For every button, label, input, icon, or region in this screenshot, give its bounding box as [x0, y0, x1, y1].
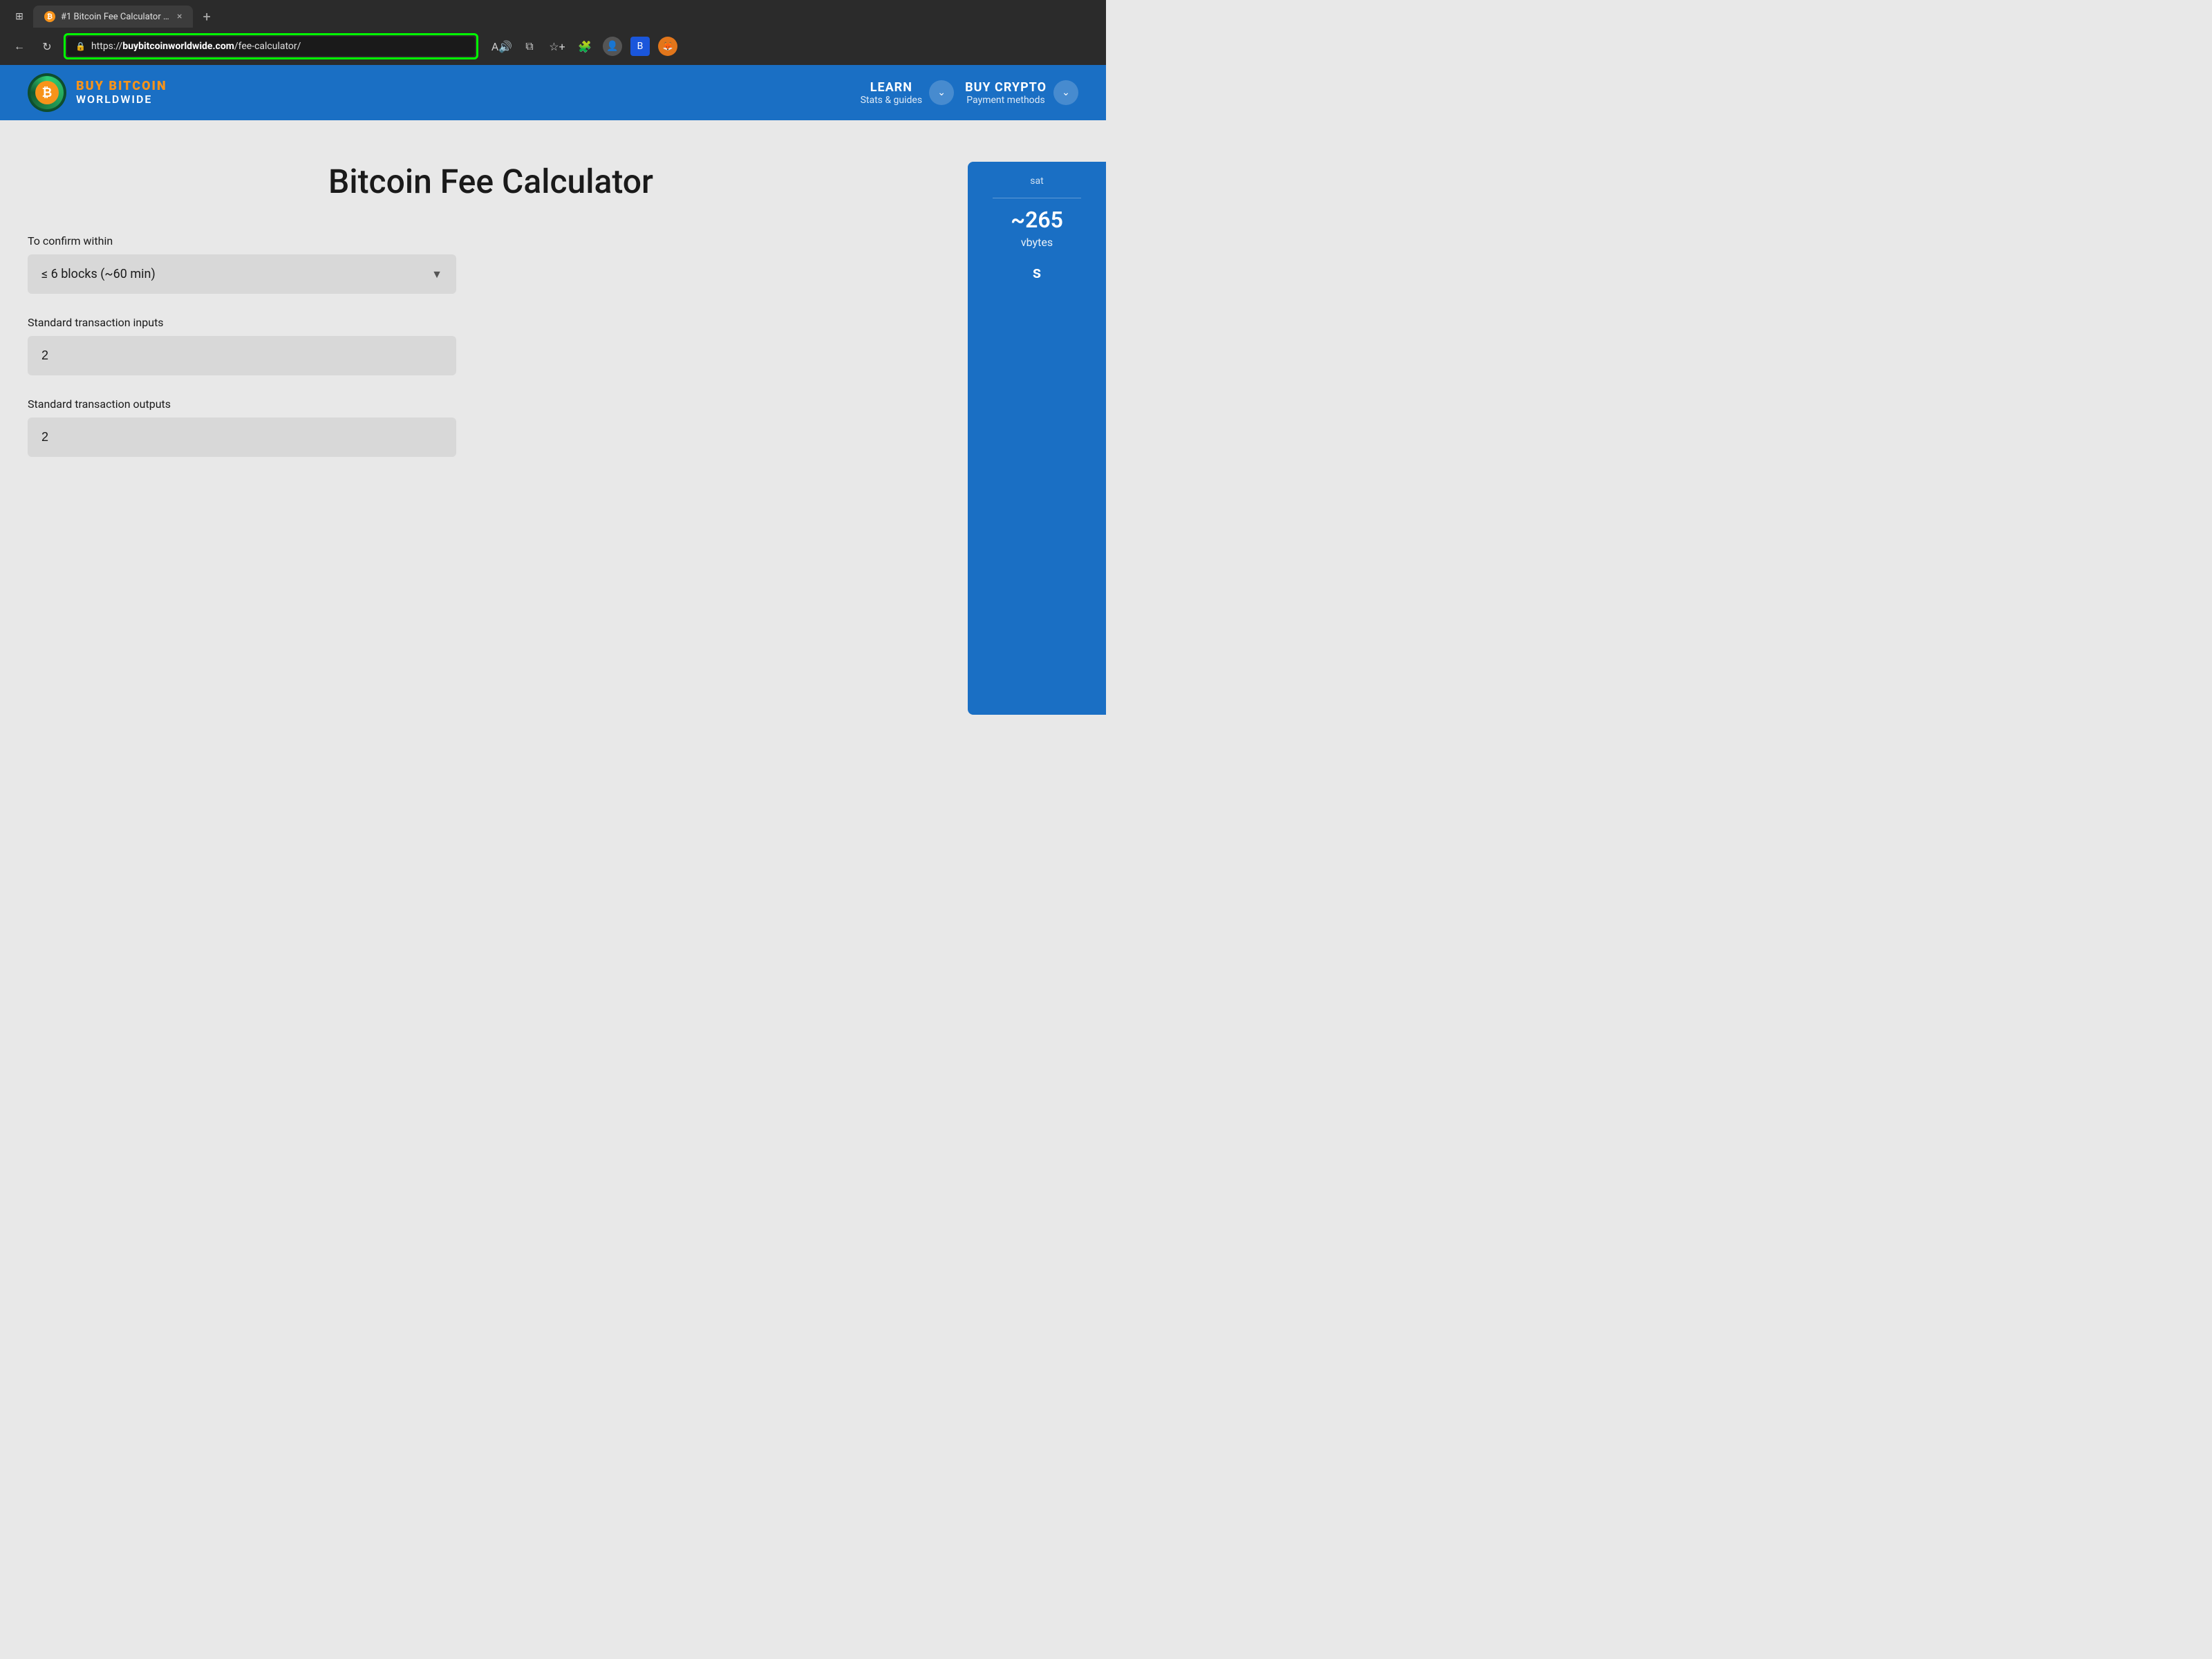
- confirm-label: To confirm within: [28, 234, 954, 247]
- buy-crypto-nav-text: BUY CRYPTO Payment methods: [965, 80, 1047, 106]
- confirm-select[interactable]: ≤ 6 blocks (~60 min) ▼: [28, 254, 456, 294]
- metamask-icon: 🦊: [658, 37, 677, 56]
- shield-button[interactable]: B: [628, 34, 653, 59]
- tab-close-button[interactable]: ×: [177, 11, 182, 22]
- extension-button[interactable]: 🧩: [572, 34, 597, 59]
- shield-icon: B: [630, 37, 650, 56]
- tab-title: #1 Bitcoin Fee Calculator & Estin: [61, 12, 171, 22]
- url-text: https://buybitcoinworldwide.com/fee-calc…: [91, 41, 301, 52]
- buy-crypto-title: BUY CRYPTO: [965, 80, 1047, 95]
- logo-bottom-text: WORLDWIDE: [76, 93, 167, 106]
- right-panel: sat ~265 vbytes s: [968, 162, 1106, 715]
- bookmark-button[interactable]: ☆+: [545, 34, 570, 59]
- main-content: Bitcoin Fee Calculator To confirm within…: [0, 120, 1106, 742]
- buy-crypto-subtitle: Payment methods: [966, 95, 1044, 106]
- nav-right: LEARN Stats & guides ⌄ BUY CRYPTO Paymen…: [861, 80, 1078, 106]
- read-mode-icon: A🔊: [491, 40, 512, 53]
- sats-value: s: [1033, 263, 1041, 282]
- site-header: ₿ BUY BITCOIN WORLDWIDE LEARN Stats & gu…: [0, 65, 1106, 120]
- vbytes-unit: vbytes: [1021, 236, 1053, 249]
- inputs-group: Standard transaction inputs: [28, 316, 954, 375]
- left-section: Bitcoin Fee Calculator To confirm within…: [28, 162, 954, 715]
- extension-icon: 🧩: [578, 40, 592, 53]
- metamask-button[interactable]: 🦊: [655, 34, 680, 59]
- read-mode-button[interactable]: A🔊: [489, 34, 514, 59]
- learn-nav-item[interactable]: LEARN Stats & guides ⌄: [861, 80, 955, 106]
- tab-mode-icon: ⧉: [525, 39, 533, 53]
- buy-crypto-chevron-icon: ⌄: [1062, 87, 1070, 98]
- learn-title: LEARN: [870, 80, 912, 95]
- browser-chrome: ⊞ ₿ #1 Bitcoin Fee Calculator & Estin × …: [0, 0, 1106, 65]
- profile-avatar: 👤: [603, 37, 622, 56]
- sat-label: sat: [1030, 176, 1043, 187]
- title-bar: ⊞ ₿ #1 Bitcoin Fee Calculator & Estin × …: [0, 0, 1106, 28]
- buy-crypto-nav-item[interactable]: BUY CRYPTO Payment methods ⌄: [965, 80, 1078, 106]
- refresh-icon: ↻: [42, 40, 51, 53]
- address-bar[interactable]: 🔒 https://buybitcoinworldwide.com/fee-ca…: [67, 37, 475, 56]
- select-arrow-icon: ▼: [431, 268, 442, 281]
- tab-mode-button[interactable]: ⧉: [517, 34, 542, 59]
- learn-nav-text: LEARN Stats & guides: [861, 80, 923, 106]
- tab-favicon: ₿: [44, 11, 55, 22]
- confirm-select-value: ≤ 6 blocks (~60 min): [41, 267, 156, 281]
- logo-btc-symbol: ₿: [35, 81, 59, 104]
- back-icon: ←: [14, 39, 25, 53]
- browser-tab-active[interactable]: ₿ #1 Bitcoin Fee Calculator & Estin ×: [33, 6, 193, 28]
- logo-top-text: BUY BITCOIN: [76, 79, 167, 93]
- logo-icon: ₿: [28, 73, 66, 112]
- browser-toolbar: ← ↻ 🔒 https://buybitcoinworldwide.com/fe…: [0, 28, 1106, 65]
- outputs-field[interactable]: [28, 418, 456, 457]
- back-button[interactable]: ←: [8, 35, 30, 57]
- outputs-group: Standard transaction outputs: [28, 397, 954, 457]
- refresh-button[interactable]: ↻: [36, 35, 58, 57]
- logo-text: BUY BITCOIN WORLDWIDE: [76, 79, 167, 105]
- outputs-label: Standard transaction outputs: [28, 397, 954, 411]
- inputs-field[interactable]: [28, 336, 456, 375]
- learn-chevron[interactable]: ⌄: [929, 80, 954, 105]
- confirm-within-group: To confirm within ≤ 6 blocks (~60 min) ▼: [28, 234, 954, 294]
- new-tab-button[interactable]: +: [196, 6, 217, 28]
- page-title: Bitcoin Fee Calculator: [28, 162, 954, 201]
- vbytes-value: ~265: [1011, 207, 1063, 233]
- profile-button[interactable]: 👤: [600, 34, 625, 59]
- toolbar-icons: A🔊 ⧉ ☆+ 🧩 👤 B 🦊: [489, 34, 680, 59]
- site-logo[interactable]: ₿ BUY BITCOIN WORLDWIDE: [28, 73, 167, 112]
- address-bar-highlight: 🔒 https://buybitcoinworldwide.com/fee-ca…: [64, 33, 478, 59]
- lock-icon: 🔒: [75, 41, 86, 51]
- bookmark-icon: ☆+: [549, 40, 565, 53]
- address-bar-container: 🔒 https://buybitcoinworldwide.com/fee-ca…: [64, 33, 478, 59]
- learn-chevron-icon: ⌄: [937, 87, 946, 98]
- buy-crypto-chevron[interactable]: ⌄: [1053, 80, 1078, 105]
- inputs-label: Standard transaction inputs: [28, 316, 954, 329]
- window-sidebar-btn[interactable]: ⊞: [8, 6, 30, 28]
- learn-subtitle: Stats & guides: [861, 95, 923, 106]
